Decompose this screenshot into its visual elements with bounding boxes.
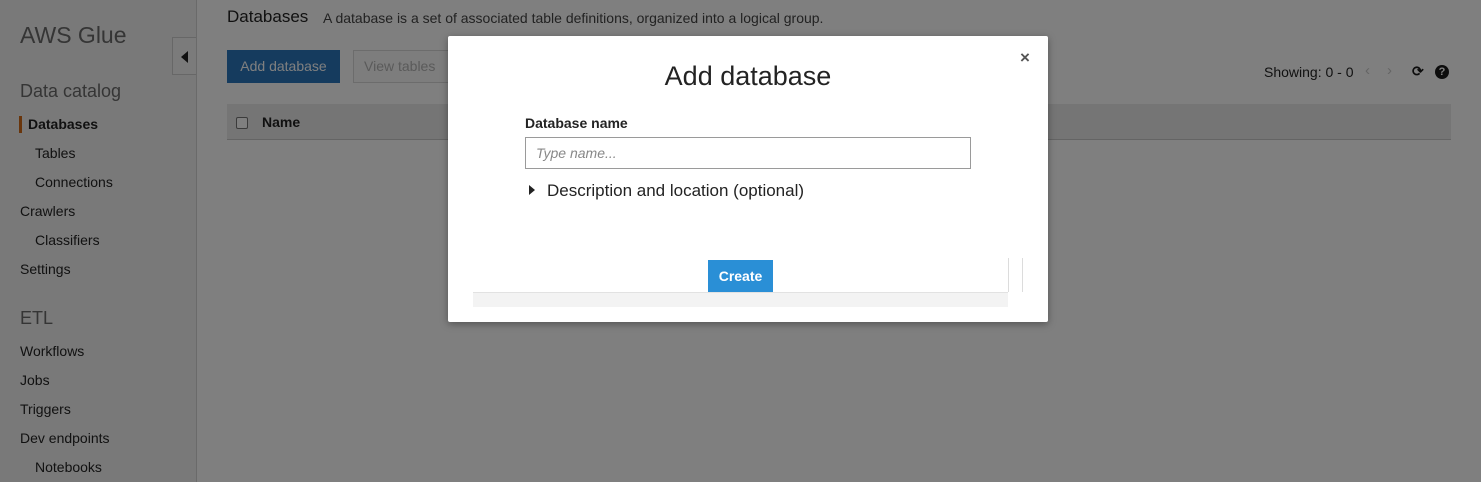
divider (1022, 258, 1023, 292)
database-name-input[interactable] (525, 137, 971, 169)
divider (1008, 258, 1009, 292)
dialog-title: Add database (664, 61, 832, 91)
database-name-label: Database name (525, 115, 628, 131)
expander-label: Description and location (optional) (547, 181, 805, 200)
add-database-dialog: × Add database Database name Description… (448, 36, 1048, 322)
create-button[interactable]: Create (708, 260, 773, 292)
dialog-footer (473, 292, 1008, 307)
caret-right-icon (529, 185, 535, 195)
